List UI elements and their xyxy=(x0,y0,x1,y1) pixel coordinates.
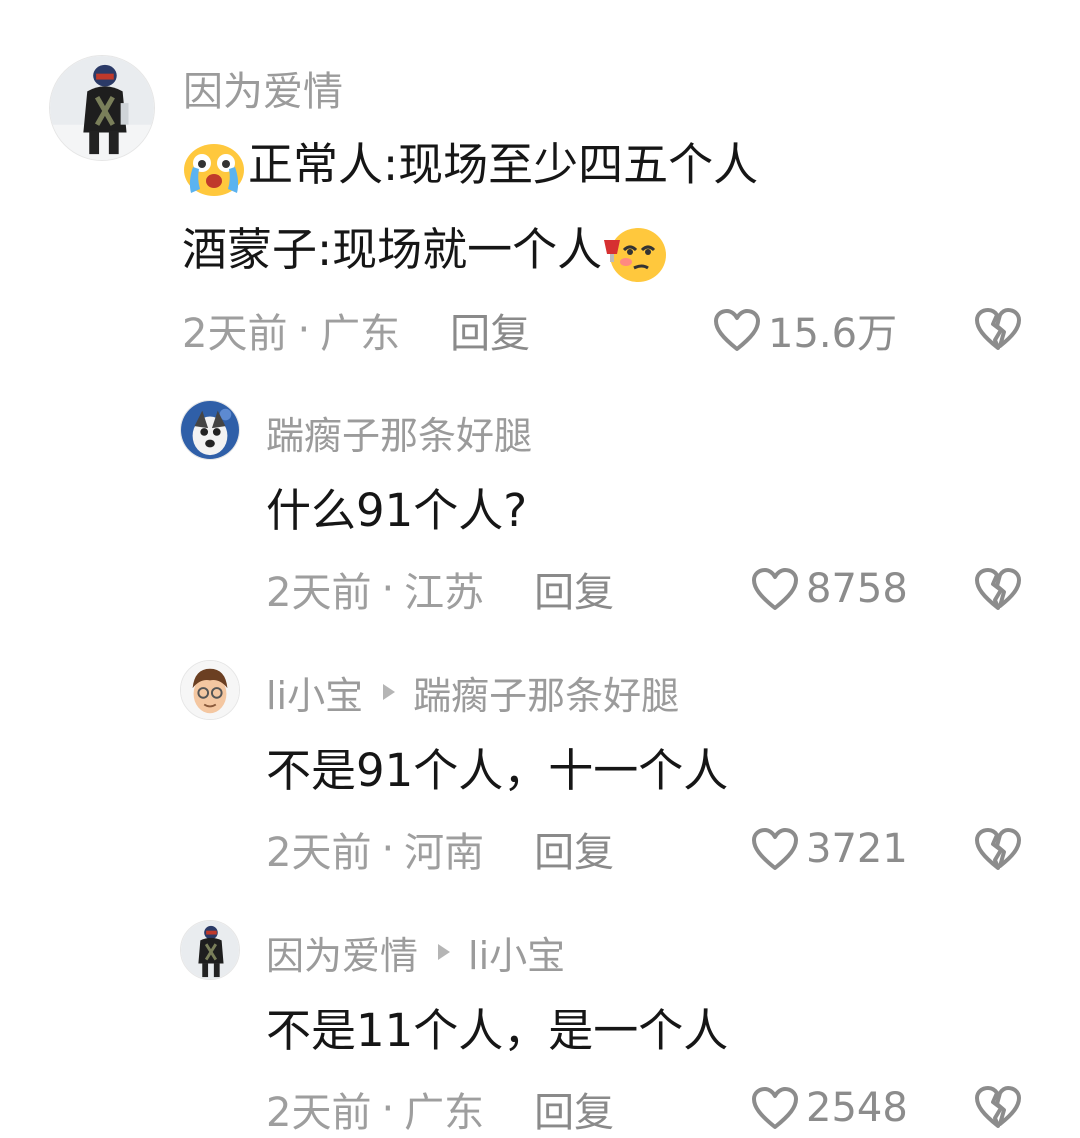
reply-1: 踹瘸子那条好腿 什么91个人? 2天前 · 江苏 回复 8758 xyxy=(0,380,1080,640)
broken-heart-icon xyxy=(975,308,1021,350)
broken-heart-icon xyxy=(975,568,1021,610)
timestamp: 2天前 xyxy=(182,311,288,357)
reply-button[interactable]: 回复 xyxy=(450,301,530,359)
comment-meta: 2天前 · 河南 回复 xyxy=(266,822,614,876)
dislike-button[interactable] xyxy=(973,566,1023,612)
heart-outline-icon xyxy=(752,568,798,610)
location: 江苏 xyxy=(404,570,485,616)
like-button[interactable]: 3721 xyxy=(750,821,908,877)
comment-text: 正常人:现场至少四五个人 酒蒙子:现场就一个人 xyxy=(182,134,758,284)
comment-line-2: 酒蒙子:现场就一个人 xyxy=(182,219,758,284)
reply-to-username[interactable]: li小宝 xyxy=(468,925,565,980)
broken-heart-icon xyxy=(975,828,1021,870)
like-count: 2548 xyxy=(806,1085,908,1131)
comment-meta: 2天前 · 广东 回复 xyxy=(182,303,530,357)
username-row: 踹瘸子那条好腿 xyxy=(266,406,532,458)
comment-meta: 2天前 · 江苏 回复 xyxy=(266,562,614,616)
like-button[interactable]: 15.6万 xyxy=(712,302,897,358)
reply-button[interactable]: 回复 xyxy=(534,1080,614,1138)
comment-text: 不是11个人，是一个人 xyxy=(266,1004,729,1057)
username-row: 因为爱情 li小宝 xyxy=(266,926,565,978)
reply-2: li小宝 踹瘸子那条好腿 不是91个人，十一个人 2天前 · 河南 回复 372… xyxy=(0,640,1080,900)
reply-3: 因为爱情 li小宝 不是11个人，是一个人 2天前 · 广东 回复 2548 xyxy=(0,900,1080,1136)
tipsy-face-emoji-icon xyxy=(602,222,668,284)
username[interactable]: 因为爱情 xyxy=(183,59,343,117)
comment-1: 因为爱情 正常人:现场至少四五个人 酒蒙子:现场就一个人 2天前 · 广东 回复… xyxy=(0,0,1080,380)
comment-text: 不是91个人，十一个人 xyxy=(266,744,729,797)
username[interactable]: 踹瘸子那条好腿 xyxy=(266,405,532,460)
location: 广东 xyxy=(320,311,401,357)
comment-text: 什么91个人? xyxy=(266,484,528,537)
heart-outline-icon xyxy=(752,828,798,870)
comment-meta: 2天前 · 广东 回复 xyxy=(266,1082,614,1136)
username[interactable]: li小宝 xyxy=(266,665,363,720)
meta-separator: · xyxy=(381,566,395,612)
reply-button[interactable]: 回复 xyxy=(534,560,614,618)
comment-line-1: 正常人:现场至少四五个人 xyxy=(182,134,758,199)
timestamp: 2天前 xyxy=(266,830,372,876)
reply-arrow-icon xyxy=(383,684,396,700)
like-count: 15.6万 xyxy=(768,311,898,357)
location: 河南 xyxy=(404,830,485,876)
like-button[interactable]: 8758 xyxy=(750,561,908,617)
dislike-button[interactable] xyxy=(973,306,1023,352)
timestamp: 2天前 xyxy=(266,1090,372,1136)
username-row: li小宝 踹瘸子那条好腿 xyxy=(266,666,679,718)
meta-separator: · xyxy=(381,1086,395,1132)
username-row: 因为爱情 xyxy=(183,59,343,117)
like-button[interactable]: 2548 xyxy=(750,1080,908,1136)
like-count: 3721 xyxy=(806,826,908,872)
timestamp: 2天前 xyxy=(266,570,372,616)
reply-button[interactable]: 回复 xyxy=(534,820,614,878)
heart-outline-icon xyxy=(752,1087,798,1129)
broken-heart-icon xyxy=(975,1086,1021,1128)
avatar[interactable] xyxy=(49,55,155,161)
avatar[interactable] xyxy=(180,400,240,460)
reply-to-username[interactable]: 踹瘸子那条好腿 xyxy=(413,665,679,720)
reply-arrow-icon xyxy=(438,944,451,960)
dislike-button[interactable] xyxy=(973,1084,1023,1130)
avatar[interactable] xyxy=(180,660,240,720)
crying-face-emoji-icon xyxy=(182,137,246,199)
meta-separator: · xyxy=(381,826,395,872)
like-count: 8758 xyxy=(806,566,908,612)
heart-outline-icon xyxy=(714,309,760,351)
location: 广东 xyxy=(404,1090,485,1136)
avatar[interactable] xyxy=(180,920,240,980)
meta-separator: · xyxy=(297,307,311,353)
dislike-button[interactable] xyxy=(973,826,1023,872)
username[interactable]: 因为爱情 xyxy=(266,925,418,980)
